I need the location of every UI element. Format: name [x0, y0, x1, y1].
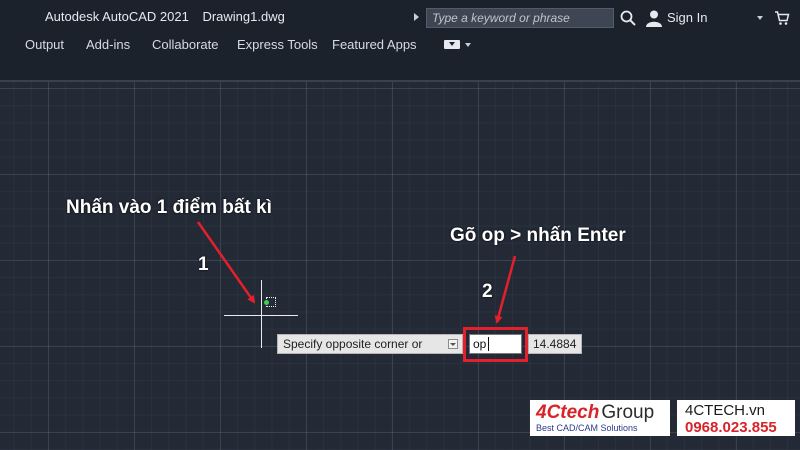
website-text: 4CTECH.vn: [685, 402, 766, 419]
search-icon[interactable]: [620, 10, 636, 26]
chevron-down-icon[interactable]: [465, 43, 471, 47]
step2-instruction: Gõ op > nhấn Enter: [450, 225, 626, 246]
phone-text: 0968.023.855: [685, 419, 777, 436]
title-bar: Autodesk AutoCAD 2021 Drawing1.dwg Sign …: [0, 0, 800, 33]
brand-suffix: Group: [601, 402, 655, 423]
app-name: Autodesk AutoCAD 2021: [45, 9, 189, 24]
ribbon-panel-toggle-icon[interactable]: [444, 40, 460, 49]
drawing-canvas[interactable]: [0, 82, 800, 450]
brand-tagline: Best CAD/CAM Solutions: [536, 423, 638, 433]
step2-number: 2: [482, 281, 493, 302]
search-box[interactable]: [426, 8, 614, 28]
step1-number: 1: [198, 254, 209, 275]
tab-collaborate[interactable]: Collaborate: [152, 37, 219, 52]
cart-icon[interactable]: [774, 10, 790, 26]
highlight-box: [463, 327, 528, 362]
crosshair-vertical: [261, 280, 262, 348]
snap-point-marker: [264, 300, 269, 305]
brand-name: 4Ctech: [536, 402, 600, 423]
user-icon[interactable]: [645, 9, 663, 27]
tab-featured-apps[interactable]: Featured Apps: [332, 37, 417, 52]
document-name: Drawing1.dwg: [202, 9, 285, 24]
window-title: Autodesk AutoCAD 2021 Drawing1.dwg: [45, 9, 285, 24]
coordinate-readout: 14.4884: [528, 334, 582, 354]
chevron-down-icon[interactable]: [757, 16, 763, 20]
command-prompt-tooltip: Specify opposite corner or: [277, 334, 463, 354]
sign-in-button[interactable]: Sign In: [667, 10, 707, 25]
command-prompt-text: Specify opposite corner or: [283, 337, 423, 351]
search-input[interactable]: [427, 9, 613, 27]
step1-instruction: Nhấn vào 1 điểm bất kì: [66, 197, 272, 218]
ribbon-tabs: Output Add-ins Collaborate Express Tools…: [0, 33, 800, 80]
contact-box: 4CTECH.vn 0968.023.855: [677, 400, 795, 436]
options-down-arrow-icon[interactable]: [448, 339, 458, 349]
brand-logo: 4Ctech Group Best CAD/CAM Solutions: [530, 400, 670, 436]
tab-express-tools[interactable]: Express Tools: [237, 37, 318, 52]
tab-output[interactable]: Output: [25, 37, 64, 52]
tab-add-ins[interactable]: Add-ins: [86, 37, 130, 52]
expand-arrow-icon[interactable]: [414, 13, 419, 21]
